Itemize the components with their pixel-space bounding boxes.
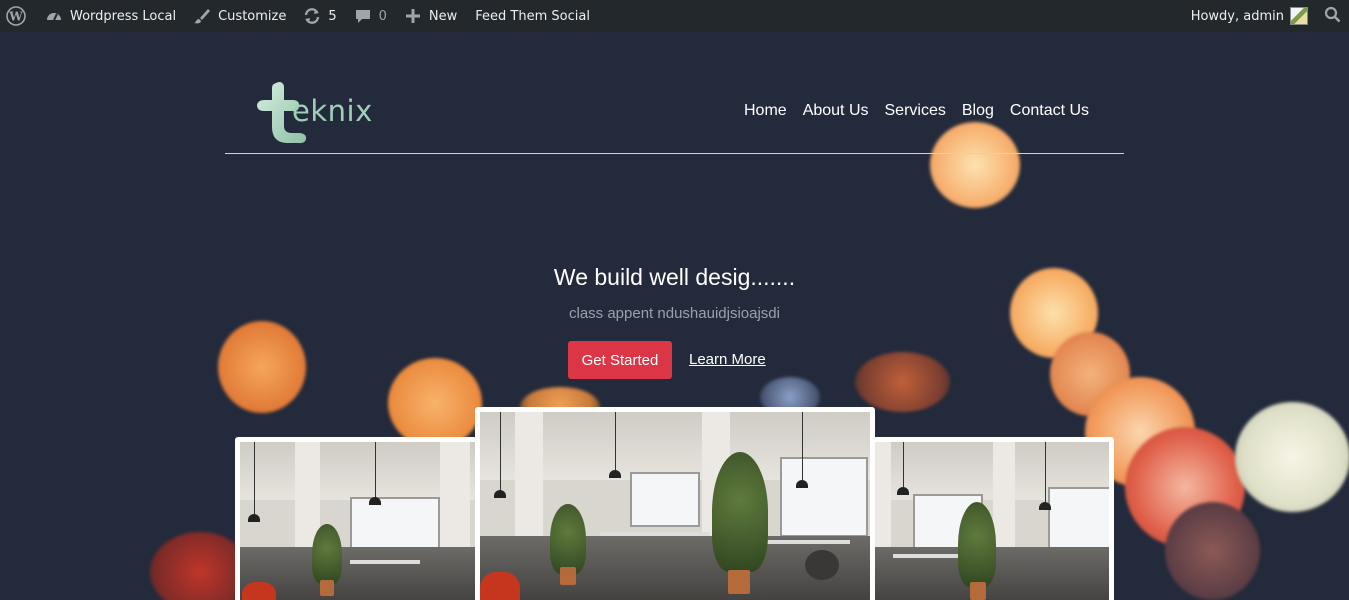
bokeh-light bbox=[1165, 502, 1260, 600]
site-name-menu[interactable]: Wordpress Local bbox=[36, 0, 184, 32]
feed-them-social-label: Feed Them Social bbox=[475, 8, 590, 24]
wp-logo-menu[interactable]: W bbox=[0, 0, 36, 32]
office-photo-right bbox=[868, 437, 1114, 600]
avatar bbox=[1290, 7, 1308, 25]
comments-count: 0 bbox=[378, 8, 387, 24]
customize-label: Customize bbox=[218, 8, 287, 24]
bokeh-light bbox=[1235, 402, 1349, 512]
wordpress-logo-icon: W bbox=[6, 6, 26, 26]
updates-menu[interactable]: 5 bbox=[294, 0, 344, 32]
hero-section: eknix Home About Us Services Blog Contac… bbox=[0, 32, 1349, 600]
nav-home[interactable]: Home bbox=[744, 102, 787, 120]
comment-bubble-icon bbox=[353, 6, 373, 26]
svg-text:W: W bbox=[8, 10, 23, 24]
new-label: New bbox=[428, 8, 458, 24]
nav-services[interactable]: Services bbox=[885, 102, 946, 120]
office-photo-left bbox=[235, 437, 480, 600]
logo-wordmark: eknix bbox=[292, 94, 373, 128]
learn-more-link[interactable]: Learn More bbox=[689, 351, 766, 368]
header-divider bbox=[225, 153, 1124, 154]
office-photo-center bbox=[475, 407, 875, 600]
paintbrush-icon bbox=[192, 6, 212, 26]
hero-subtitle: class appent ndushauidjsioajsdi bbox=[569, 305, 780, 322]
main-navigation: Home About Us Services Blog Contact Us bbox=[744, 102, 1089, 120]
admin-search-button[interactable] bbox=[1314, 0, 1349, 32]
bokeh-light bbox=[930, 122, 1020, 208]
site-name-label: Wordpress Local bbox=[70, 8, 177, 24]
dashboard-gauge-icon bbox=[44, 6, 64, 26]
ball-chair bbox=[805, 550, 839, 580]
updates-refresh-icon bbox=[302, 6, 322, 26]
search-icon bbox=[1324, 6, 1341, 27]
bokeh-light bbox=[388, 358, 482, 448]
wp-admin-bar: W Wordpress Local Customize 5 0 New Feed… bbox=[0, 0, 1349, 32]
account-menu[interactable]: Howdy, admin bbox=[1183, 0, 1314, 32]
updates-count: 5 bbox=[328, 8, 337, 24]
howdy-label: Howdy, admin bbox=[1190, 8, 1284, 24]
get-started-button[interactable]: Get Started bbox=[568, 341, 672, 379]
plus-icon bbox=[403, 6, 423, 26]
nav-contact-us[interactable]: Contact Us bbox=[1010, 102, 1089, 120]
bokeh-light bbox=[218, 321, 306, 413]
hero-headline: We build well desig....... bbox=[553, 264, 796, 290]
new-content-menu[interactable]: New bbox=[395, 0, 465, 32]
feed-them-social-menu[interactable]: Feed Them Social bbox=[465, 0, 598, 32]
comments-menu[interactable]: 0 bbox=[345, 0, 395, 32]
bokeh-light bbox=[855, 352, 950, 412]
customize-menu[interactable]: Customize bbox=[184, 0, 294, 32]
nav-about-us[interactable]: About Us bbox=[803, 102, 869, 120]
nav-blog[interactable]: Blog bbox=[962, 102, 994, 120]
